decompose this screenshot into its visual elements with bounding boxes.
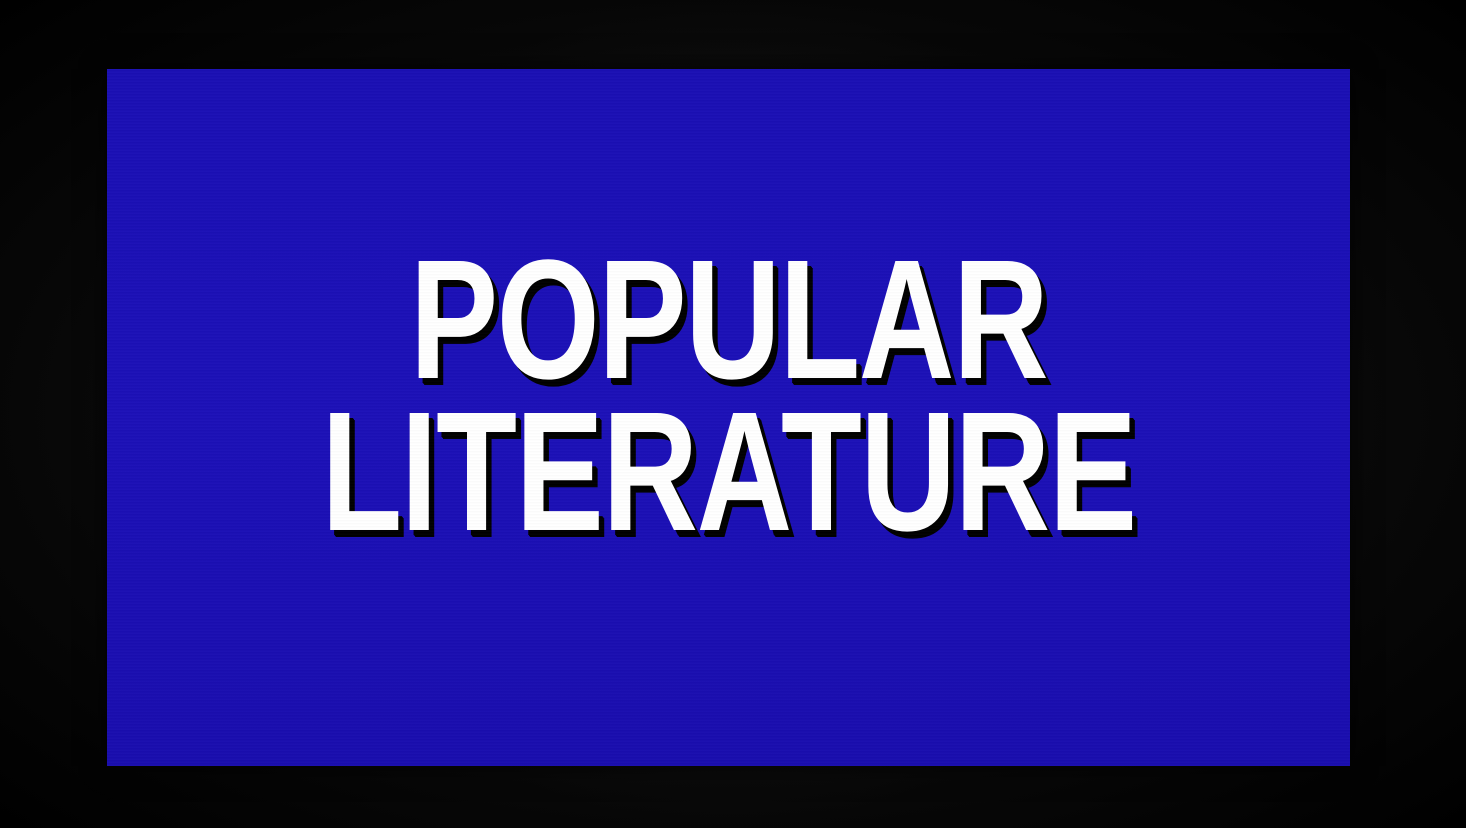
screen-frame: POPULAR LITERATURE: [0, 0, 1466, 828]
category-title-line-2: LITERATURE: [321, 377, 1137, 567]
category-card: POPULAR LITERATURE: [107, 69, 1350, 766]
category-title: POPULAR LITERATURE: [244, 225, 1214, 567]
category-title-line-1: POPULAR: [409, 225, 1049, 415]
